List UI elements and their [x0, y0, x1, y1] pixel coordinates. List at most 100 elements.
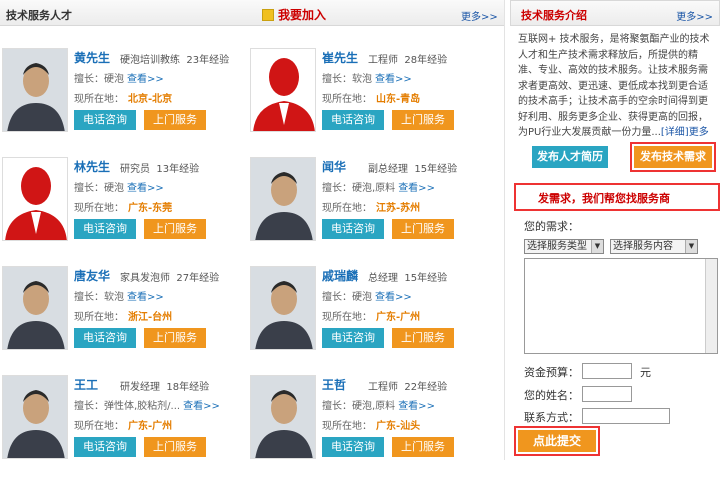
view-more-link[interactable]: 查看>>	[183, 401, 220, 412]
publish-demand-button[interactable]: 发布技术需求	[634, 146, 712, 168]
talent-card: 闻华 副总经理 15年经验 擅长：硬泡,原料 查看>> 现所在地： 江苏-苏州 电话…	[250, 157, 500, 262]
talent-name[interactable]: 黄先生	[74, 49, 110, 66]
phone-consult-button[interactable]: 电话咨询	[74, 328, 136, 348]
budget-unit: 元	[640, 366, 651, 379]
service-type-select[interactable]: 选择服务类型 ▼	[524, 239, 604, 254]
service-sidebar: 技术服务介绍 更多>> 互联网+ 技术服务，是将聚氨酯产业的技术人才和生产技术需…	[510, 0, 720, 460]
view-more-link[interactable]: 查看>>	[375, 74, 412, 85]
skill-value: 硬泡,原料	[352, 183, 396, 194]
submit-button[interactable]: 点此提交	[518, 430, 596, 452]
contact-input[interactable]	[582, 408, 670, 424]
onsite-service-button[interactable]: 上门服务	[144, 328, 206, 348]
location-label: 现所在地：	[322, 312, 372, 323]
talent-name[interactable]: 崔先生	[322, 49, 358, 66]
talent-location: 现所在地： 江苏-苏州	[322, 199, 420, 214]
location-label: 现所在地：	[322, 203, 372, 214]
skill-value: 硬泡,原料	[352, 401, 396, 412]
service-content-select[interactable]: 选择服务内容 ▼	[610, 239, 698, 254]
talent-skill: 擅长：硬泡 查看>>	[74, 70, 164, 85]
default-avatar[interactable]	[250, 48, 316, 132]
onsite-service-button[interactable]: 上门服务	[392, 328, 454, 348]
location-value: 北京-北京	[128, 94, 173, 105]
skill-label: 擅长：	[74, 292, 104, 303]
need-textarea[interactable]	[524, 258, 718, 354]
join-link[interactable]: 我要加入	[262, 6, 326, 23]
skill-label: 擅长：	[74, 74, 104, 85]
talent-years: 18年经验	[166, 382, 210, 393]
talent-skill: 擅长：硬泡 查看>>	[74, 179, 164, 194]
profile-photo[interactable]	[250, 375, 316, 459]
talent-name[interactable]: 闻华	[322, 158, 346, 175]
phone-consult-button[interactable]: 电话咨询	[74, 110, 136, 130]
form-header: 发需求，我们帮您找服务商	[514, 183, 720, 211]
talent-skill: 擅长：软泡 查看>>	[322, 70, 412, 85]
location-label: 现所在地：	[74, 312, 124, 323]
talent-location: 现所在地： 北京-北京	[74, 90, 172, 105]
talent-more-link[interactable]: 更多>>	[461, 8, 498, 23]
location-value: 广东-广州	[128, 421, 173, 432]
talent-skill: 擅长：硬泡,原料 查看>>	[322, 397, 435, 412]
talent-job-title: 硬泡培训教练	[120, 55, 180, 66]
view-more-link[interactable]: 查看>>	[127, 74, 164, 85]
phone-consult-button[interactable]: 电话咨询	[74, 437, 136, 457]
name-label: 您的姓名：	[524, 389, 579, 402]
default-avatar[interactable]	[2, 157, 68, 241]
talent-name[interactable]: 王哲	[322, 376, 346, 393]
onsite-service-button[interactable]: 上门服务	[144, 110, 206, 130]
view-more-link[interactable]: 查看>>	[398, 401, 435, 412]
view-more-link[interactable]: 查看>>	[398, 183, 435, 194]
talent-name[interactable]: 戚瑞麟	[322, 267, 358, 284]
profile-photo[interactable]	[250, 266, 316, 350]
talent-location: 现所在地： 广东-广州	[322, 308, 420, 323]
skill-label: 擅长：	[74, 401, 104, 412]
talent-card: 王工 研发经理 18年经验 擅长：弹性体,胶粘剂/... 查看>> 现所在地： 广东…	[2, 375, 252, 480]
view-more-link[interactable]: 查看>>	[375, 292, 412, 303]
service-type-value: 选择服务类型	[527, 241, 587, 252]
talent-years: 23年经验	[186, 55, 230, 66]
onsite-service-button[interactable]: 上门服务	[392, 437, 454, 457]
skill-label: 擅长：	[322, 183, 352, 194]
talent-location: 现所在地： 浙江-台州	[74, 308, 172, 323]
talent-name[interactable]: 唐友华	[74, 267, 110, 284]
publish-resume-button[interactable]: 发布人才简历	[532, 146, 608, 168]
intro-title: 技术服务介绍	[521, 9, 587, 22]
intro-more-link[interactable]: 更多>>	[676, 8, 713, 23]
view-more-link[interactable]: 查看>>	[127, 183, 164, 194]
skill-label: 擅长：	[322, 292, 352, 303]
phone-consult-button[interactable]: 电话咨询	[322, 219, 384, 239]
budget-label: 资金预算：	[524, 366, 579, 379]
onsite-service-button[interactable]: 上门服务	[392, 110, 454, 130]
phone-consult-button[interactable]: 电话咨询	[322, 328, 384, 348]
phone-consult-button[interactable]: 电话咨询	[322, 437, 384, 457]
budget-input[interactable]	[582, 363, 632, 379]
location-label: 现所在地：	[74, 421, 124, 432]
skill-value: 软泡	[104, 292, 124, 303]
profile-photo[interactable]	[2, 48, 68, 132]
phone-consult-button[interactable]: 电话咨询	[74, 219, 136, 239]
talent-card: 王哲 工程师 22年经验 擅长：硬泡,原料 查看>> 现所在地： 广东-汕头 电话咨…	[250, 375, 500, 480]
view-more-link[interactable]: 查看>>	[127, 292, 164, 303]
talent-job-title: 研究员	[120, 164, 150, 175]
location-label: 现所在地：	[74, 94, 124, 105]
onsite-service-button[interactable]: 上门服务	[144, 437, 206, 457]
phone-consult-button[interactable]: 电话咨询	[322, 110, 384, 130]
talent-title-years: 工程师 28年经验	[368, 51, 447, 66]
profile-photo[interactable]	[2, 266, 68, 350]
onsite-service-button[interactable]: 上门服务	[144, 219, 206, 239]
talent-years: 22年经验	[404, 382, 448, 393]
textarea-scrollbar[interactable]	[705, 259, 717, 353]
talent-job-title: 总经理	[368, 273, 398, 284]
profile-photo[interactable]	[250, 157, 316, 241]
talent-name[interactable]: 王工	[74, 376, 98, 393]
name-input[interactable]	[582, 386, 632, 402]
talent-title-years: 研发经理 18年经验	[120, 378, 209, 393]
talent-skill: 擅长：软泡 查看>>	[74, 288, 164, 303]
talent-years: 27年经验	[176, 273, 220, 284]
onsite-service-button[interactable]: 上门服务	[392, 219, 454, 239]
profile-photo[interactable]	[2, 375, 68, 459]
skill-value: 硬泡	[352, 292, 372, 303]
talent-title: 技术服务人才	[6, 9, 72, 22]
dropdown-arrow-icon: ▼	[685, 240, 697, 253]
talent-name[interactable]: 林先生	[74, 158, 110, 175]
talent-title-years: 总经理 15年经验	[368, 269, 447, 284]
